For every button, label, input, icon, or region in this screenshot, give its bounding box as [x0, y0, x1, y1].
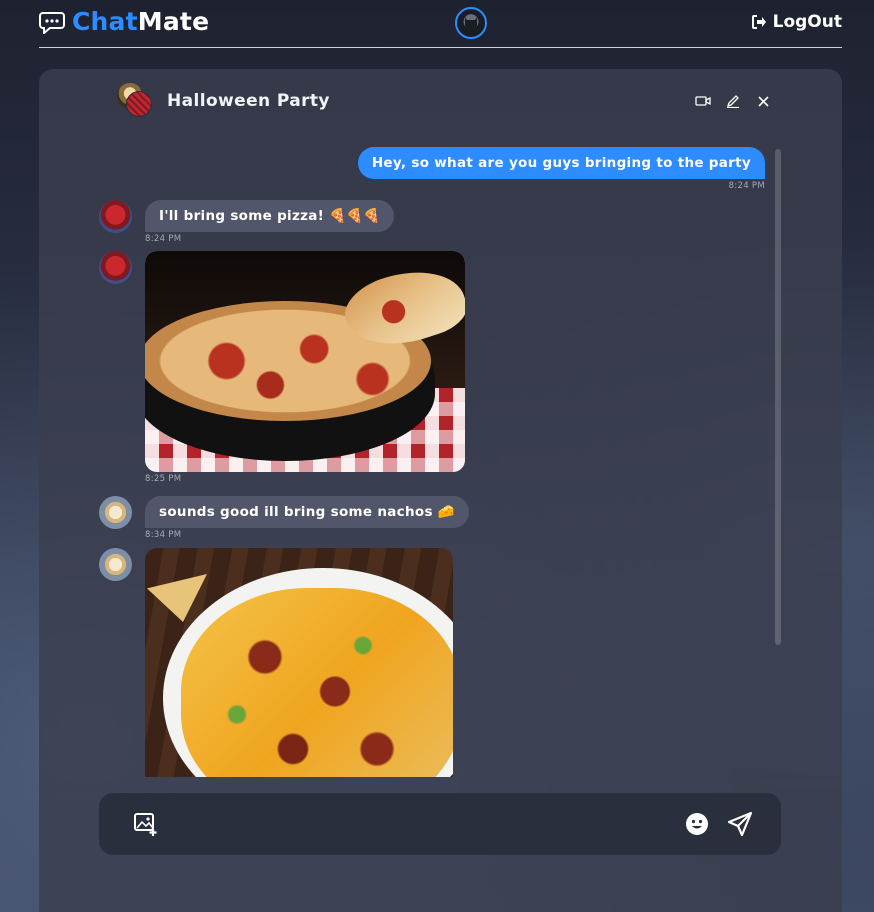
- brand-name: ChatMate: [72, 7, 209, 36]
- message-time: 8:25 PM: [145, 474, 182, 484]
- video-call-button[interactable]: [695, 93, 711, 109]
- message-list[interactable]: Hey, so what are you guys bringing to th…: [99, 147, 779, 777]
- video-camera-icon: [695, 96, 711, 106]
- emoji-button[interactable]: [685, 812, 709, 836]
- message-bubble: sounds good ill bring some nachos 🧀: [145, 496, 469, 528]
- message-incoming-image: 8:25 PM: [99, 251, 465, 484]
- message-incoming: I'll bring some pizza! 🍕🍕🍕 8:24 PM: [99, 200, 395, 244]
- avatar[interactable]: [99, 548, 132, 581]
- batman-icon: [465, 17, 477, 30]
- send-icon: [727, 811, 753, 837]
- send-button[interactable]: [727, 811, 753, 837]
- close-icon: [757, 95, 769, 107]
- message-outgoing: Hey, so what are you guys bringing to th…: [357, 147, 765, 191]
- edit-chat-button[interactable]: [725, 93, 741, 109]
- chat-bubble-icon: [39, 10, 65, 35]
- message-composer: [99, 793, 781, 855]
- message-time: 8:34 PM: [145, 530, 182, 540]
- avatar[interactable]: [99, 496, 132, 529]
- message-incoming-image: [99, 548, 453, 777]
- brand-name-part1: Chat: [72, 7, 138, 36]
- avatar[interactable]: [99, 251, 132, 284]
- nachos-image[interactable]: [145, 548, 453, 777]
- pizza-image[interactable]: [145, 251, 465, 472]
- logout-button[interactable]: LogOut: [751, 12, 842, 32]
- pencil-icon: [726, 95, 739, 108]
- close-chat-button[interactable]: [755, 93, 771, 109]
- add-image-button[interactable]: [133, 811, 159, 837]
- header-actions: [695, 93, 771, 109]
- smiley-icon: [686, 813, 708, 835]
- chat-title: Halloween Party: [167, 91, 330, 111]
- group-avatar[interactable]: [117, 83, 153, 119]
- chat-header: Halloween Party: [117, 83, 771, 119]
- message-bubble: I'll bring some pizza! 🍕🍕🍕: [145, 200, 395, 232]
- message-input[interactable]: [171, 804, 673, 844]
- message-bubble: Hey, so what are you guys bringing to th…: [357, 147, 765, 179]
- chat-panel: Halloween Party Hey, so what are you guy…: [39, 69, 842, 912]
- brand-name-part2: Mate: [137, 7, 210, 36]
- member-avatar-spiderman: [126, 91, 152, 117]
- message-time: 8:24 PM: [145, 234, 182, 244]
- logout-label: LogOut: [772, 12, 842, 32]
- app-logo[interactable]: ChatMate: [39, 7, 209, 36]
- message-time: 8:24 PM: [728, 181, 765, 191]
- avatar[interactable]: [99, 200, 132, 233]
- message-incoming: sounds good ill bring some nachos 🧀 8:34…: [99, 496, 469, 540]
- navbar: ChatMate LogOut: [39, 0, 842, 48]
- add-image-icon: [134, 813, 157, 836]
- logout-icon: [751, 15, 766, 29]
- user-avatar[interactable]: [455, 7, 487, 39]
